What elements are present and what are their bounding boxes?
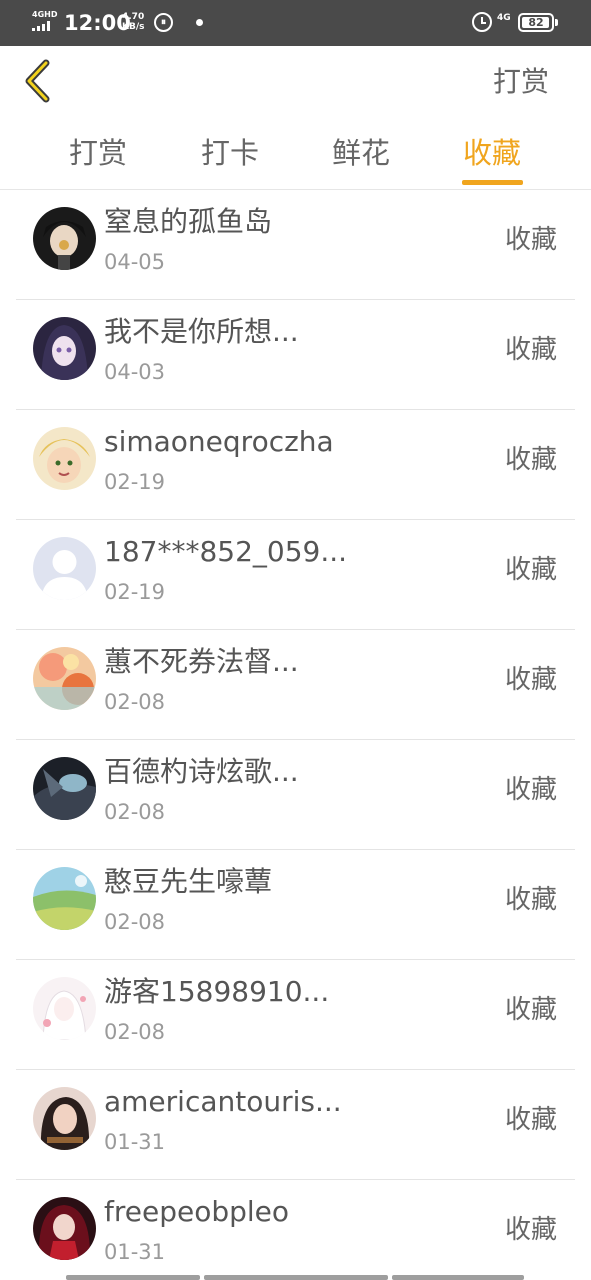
item-action-label: 收藏 bbox=[504, 225, 557, 255]
item-username: 百德杓诗炫歌... bbox=[104, 755, 299, 788]
header-title[interactable]: 打赏 bbox=[493, 62, 549, 102]
header: 打赏 bbox=[0, 46, 591, 118]
battery-level: 82 bbox=[528, 16, 544, 29]
item-username: simaoneqroczha bbox=[104, 425, 334, 458]
tab-checkin[interactable]: 打卡 bbox=[190, 132, 270, 174]
nav-indicator bbox=[66, 1275, 200, 1280]
list-item[interactable]: 憨豆先生嚎蕈 02-08 收藏 bbox=[0, 850, 591, 960]
avatar bbox=[33, 207, 96, 270]
avatar bbox=[33, 1197, 96, 1260]
battery-icon: 82 bbox=[518, 13, 554, 32]
item-action-label: 收藏 bbox=[504, 885, 557, 915]
network-speed-value: 4.70 bbox=[122, 12, 145, 22]
item-username: 我不是你所想... bbox=[104, 315, 299, 348]
item-username: freepeobpleo bbox=[104, 1195, 290, 1228]
avatar bbox=[33, 427, 96, 490]
item-username: 蕙不死券法督... bbox=[104, 645, 299, 678]
nav-indicator bbox=[392, 1275, 524, 1280]
data-saver-icon: ⏸ bbox=[154, 13, 173, 32]
tab-reward[interactable]: 打赏 bbox=[58, 132, 138, 174]
avatar bbox=[33, 757, 96, 820]
alarm-icon bbox=[472, 12, 492, 32]
item-date: 02-08 bbox=[104, 690, 166, 714]
network-speed-unit: KB/s bbox=[122, 22, 145, 32]
item-date: 02-19 bbox=[104, 470, 166, 494]
avatar bbox=[33, 1087, 96, 1150]
item-action-label: 收藏 bbox=[504, 995, 557, 1025]
signal-icon: 4GHD bbox=[32, 10, 58, 32]
item-action-label: 收藏 bbox=[504, 555, 557, 585]
list-item[interactable]: 窒息的孤鱼岛 04-05 收藏 bbox=[0, 190, 591, 300]
avatar bbox=[33, 647, 96, 710]
list-item[interactable]: simaoneqroczha 02-19 收藏 bbox=[0, 410, 591, 520]
list-item[interactable]: 我不是你所想... 04-03 收藏 bbox=[0, 300, 591, 410]
avatar bbox=[33, 317, 96, 380]
item-action-label: 收藏 bbox=[504, 1105, 557, 1135]
tab-flowers[interactable]: 鲜花 bbox=[321, 132, 401, 174]
list-item[interactable]: 187***852_059... 02-19 收藏 bbox=[0, 520, 591, 630]
status-time: 12:00 bbox=[64, 11, 131, 35]
item-date: 02-08 bbox=[104, 1020, 166, 1044]
nav-indicator bbox=[204, 1275, 388, 1280]
item-username: 187***852_059... bbox=[104, 535, 348, 568]
list-item[interactable]: 蕙不死券法督... 02-08 收藏 bbox=[0, 630, 591, 740]
item-date: 04-03 bbox=[104, 360, 166, 384]
notification-dot-icon bbox=[196, 19, 203, 26]
status-bar: 4GHD 12:00 4.70 KB/s ⏸ 4G 82 bbox=[0, 0, 591, 46]
avatar bbox=[33, 977, 96, 1040]
list-item[interactable]: 百德杓诗炫歌... 02-08 收藏 bbox=[0, 740, 591, 850]
avatar bbox=[33, 867, 96, 930]
network-type-right: 4G bbox=[497, 13, 511, 23]
item-username: americantouris... bbox=[104, 1085, 342, 1118]
chevron-left-icon bbox=[25, 59, 50, 103]
back-button[interactable] bbox=[20, 58, 60, 104]
avatar bbox=[33, 537, 96, 600]
network-type: 4GHD bbox=[32, 10, 58, 19]
item-username: 憨豆先生嚎蕈 bbox=[104, 865, 273, 898]
item-action-label: 收藏 bbox=[504, 445, 557, 475]
item-username: 窒息的孤鱼岛 bbox=[104, 205, 273, 238]
item-date: 04-05 bbox=[104, 250, 166, 274]
item-username: 游客15898910... bbox=[104, 975, 330, 1008]
list-item[interactable]: freepeobpleo 01-31 收藏 bbox=[0, 1180, 591, 1280]
item-date: 01-31 bbox=[104, 1130, 166, 1154]
item-date: 02-08 bbox=[104, 800, 166, 824]
active-tab-indicator bbox=[462, 180, 523, 185]
item-date: 02-19 bbox=[104, 580, 166, 604]
item-date: 02-08 bbox=[104, 910, 166, 934]
network-speed: 4.70 KB/s bbox=[122, 12, 148, 32]
item-date: 01-31 bbox=[104, 1240, 166, 1264]
item-action-label: 收藏 bbox=[504, 1215, 557, 1245]
tab-favorites[interactable]: 收藏 bbox=[452, 132, 532, 174]
list-item[interactable]: 游客15898910... 02-08 收藏 bbox=[0, 960, 591, 1070]
item-action-label: 收藏 bbox=[504, 335, 557, 365]
list-item[interactable]: americantouris... 01-31 收藏 bbox=[0, 1070, 591, 1180]
item-action-label: 收藏 bbox=[504, 775, 557, 805]
item-action-label: 收藏 bbox=[504, 665, 557, 695]
